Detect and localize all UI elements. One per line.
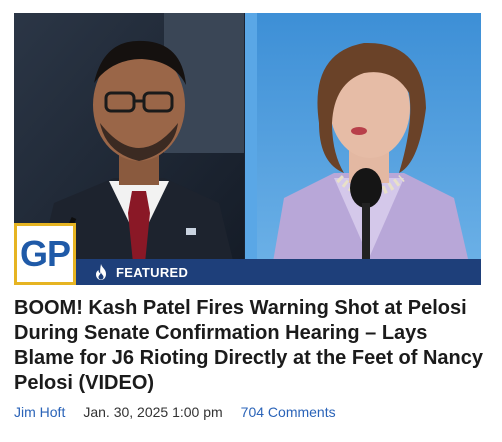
split-photo bbox=[14, 13, 481, 285]
comments-link[interactable]: 704 Comments bbox=[241, 404, 336, 420]
article-card: GP FEATURED BOOM! Kash Patel Fires Warni… bbox=[0, 0, 502, 442]
author-link[interactable]: Jim Hoft bbox=[14, 404, 65, 420]
featured-label: FEATURED bbox=[116, 264, 189, 280]
flame-icon bbox=[96, 264, 106, 280]
featured-banner: FEATURED bbox=[76, 259, 481, 285]
featured-image[interactable]: GP FEATURED bbox=[14, 13, 481, 285]
article-meta: Jim Hoft Jan. 30, 2025 1:00 pm 704 Comme… bbox=[14, 403, 336, 421]
article-headline[interactable]: BOOM! Kash Patel Fires Warning Shot at P… bbox=[14, 296, 492, 396]
publish-date: Jan. 30, 2025 1:00 pm bbox=[83, 404, 223, 420]
gp-logo-text: GP bbox=[19, 233, 71, 274]
gp-logo[interactable]: GP bbox=[14, 223, 76, 285]
